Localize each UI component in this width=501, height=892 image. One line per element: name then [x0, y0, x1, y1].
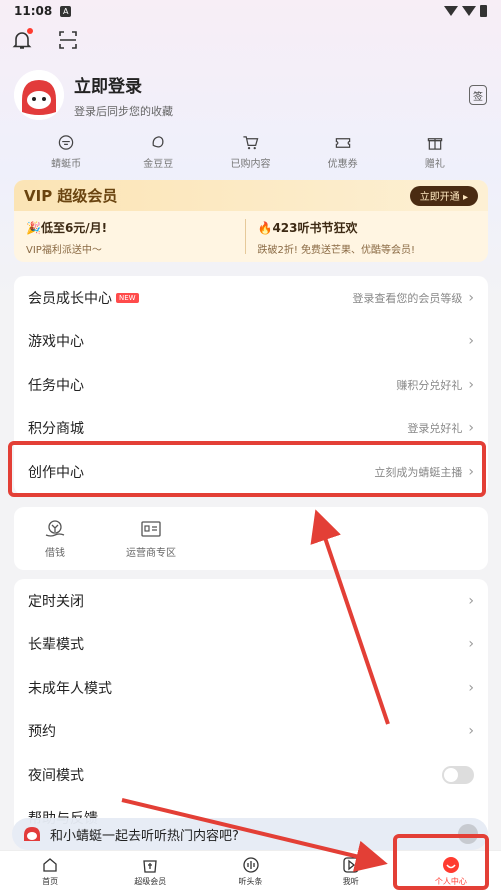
quick-gifts[interactable]: 赠礼 — [397, 134, 473, 170]
quick-label: 蜻蜓币 — [51, 159, 82, 170]
chevron-right-icon: › — [468, 289, 474, 306]
row-hint: 赚积分兑好礼 — [396, 378, 463, 392]
avatar[interactable] — [14, 70, 64, 120]
unread-dot — [27, 28, 33, 34]
vip-open-button[interactable]: 立即开通 ▸ — [409, 185, 478, 206]
chat-text: 和小蜻蜓一起去听听热门内容吧? — [50, 828, 239, 844]
tab-home[interactable]: 首页 — [0, 851, 100, 892]
scan-icon[interactable] — [56, 28, 80, 52]
ticket-icon — [335, 138, 350, 148]
row-label: 会员成长中心 — [28, 290, 112, 307]
row-label: 夜间模式 — [28, 767, 84, 784]
menu-item-reservation[interactable]: 预约 › — [14, 710, 488, 754]
status-time: 11:08 — [14, 4, 53, 18]
login-subtitle: 登录后同步您的收藏 — [74, 104, 173, 118]
vip-promo-title: 🔥423听书节狂欢 — [257, 221, 358, 235]
play-icon — [343, 857, 359, 873]
notification-icon: A — [60, 5, 72, 17]
tool-carrier[interactable]: 运营商专区 — [126, 518, 176, 559]
loan-icon — [45, 520, 65, 537]
carrier-icon — [141, 521, 161, 537]
battery-icon — [480, 5, 487, 17]
sign-in-button[interactable]: 签 — [469, 85, 487, 105]
mascot-icon — [24, 827, 40, 841]
login-title[interactable]: 立即登录 — [74, 72, 173, 97]
quick-label: 优惠券 — [327, 159, 358, 170]
row-label: 积分商城 — [28, 421, 84, 438]
vip-promo-sub: 跌破2折! 免费送芒果、优酷等会员! — [257, 245, 416, 256]
quick-coupons[interactable]: 优惠券 — [305, 134, 381, 170]
coin-icon — [58, 135, 74, 150]
tab-label: 我听 — [342, 877, 359, 886]
chevron-right-icon: › — [468, 592, 474, 609]
tool-loan[interactable]: 借钱 — [44, 518, 66, 559]
menu-item-growth[interactable]: 会员成长中心 NEW 登录查看您的会员等级 › — [14, 276, 488, 320]
menu-item-tasks[interactable]: 任务中心 赚积分兑好礼 › — [14, 363, 488, 407]
tab-label: 首页 — [42, 877, 59, 886]
row-label: 定时关闭 — [28, 593, 84, 610]
quick-label: 已购内容 — [230, 159, 271, 170]
row-label: 预约 — [28, 724, 56, 741]
menu-item-timer[interactable]: 定时关闭 › — [14, 579, 488, 623]
wifi-icon — [444, 6, 458, 16]
cart-icon — [243, 136, 259, 150]
menu-item-night-mode[interactable]: 夜间模式 — [14, 753, 488, 797]
menu-item-elder-mode[interactable]: 长辈模式 › — [14, 623, 488, 667]
bell-icon[interactable] — [10, 28, 34, 52]
menu-card-settings: 定时关闭 › 长辈模式 › 未成年人模式 › 预约 › 夜间模式 帮助与反馈 — [14, 579, 488, 839]
row-label: 长辈模式 — [28, 637, 84, 654]
row-hint: 登录兑好礼 — [407, 422, 463, 436]
bean-icon — [152, 136, 164, 148]
quick-purchased[interactable]: 已购内容 — [212, 134, 288, 170]
highlight-box-creator — [8, 441, 486, 497]
tab-label: 超级会员 — [134, 877, 167, 886]
vip-promo-title: 🎉低至6元/月! — [26, 221, 108, 235]
chevron-right-icon: › — [468, 376, 474, 393]
row-hint: 登录查看您的会员等级 — [352, 291, 463, 305]
tab-label: 听头条 — [238, 877, 263, 886]
chevron-right-icon: › — [468, 420, 474, 437]
quick-actions: 蜻蜓币 金豆豆 已购内容 优惠券 赠礼 — [0, 134, 501, 170]
tab-my-listening[interactable]: 我听 — [301, 851, 401, 892]
quick-beans[interactable]: 金豆豆 — [120, 134, 196, 170]
quick-coins[interactable]: 蜻蜓币 — [28, 134, 104, 170]
new-badge: NEW — [116, 292, 139, 303]
status-bar: 11:08 A — [0, 0, 501, 22]
row-label: 任务中心 — [28, 377, 84, 394]
status-indicators — [444, 5, 487, 17]
tab-headlines[interactable]: 听头条 — [200, 851, 300, 892]
home-icon — [43, 858, 57, 872]
chevron-right-icon: › — [468, 333, 474, 350]
gift-icon — [427, 138, 443, 150]
menu-item-minor-mode[interactable]: 未成年人模式 › — [14, 666, 488, 710]
vip-title: VIP 超级会员 — [24, 187, 118, 205]
vip-promo-left[interactable]: 🎉低至6元/月! VIP福利派送中～ — [26, 219, 245, 256]
menu-item-games[interactable]: 游戏中心 › — [14, 320, 488, 364]
tools-card: 借钱 运营商专区 — [14, 507, 488, 570]
chevron-right-icon: › — [468, 679, 474, 696]
headline-icon — [242, 857, 259, 873]
row-label: 游戏中心 — [28, 334, 84, 351]
profile-header[interactable]: 立即登录 登录后同步您的收藏 签 — [14, 70, 487, 120]
vip-card[interactable]: VIP 超级会员 立即开通 ▸ 🎉低至6元/月! VIP福利派送中～ 🔥423听… — [14, 180, 488, 262]
tool-label: 运营商专区 — [126, 548, 176, 559]
chevron-right-icon: › — [468, 636, 474, 653]
night-mode-toggle[interactable] — [442, 765, 474, 784]
tab-super-vip[interactable]: 超级会员 — [100, 851, 200, 892]
quick-label: 金豆豆 — [143, 159, 174, 170]
tool-label: 借钱 — [45, 548, 65, 559]
signal-icon — [462, 6, 476, 16]
vip-bag-icon — [143, 860, 158, 873]
highlight-box-profile-tab — [393, 834, 489, 890]
row-label: 未成年人模式 — [28, 680, 112, 697]
chevron-right-icon: › — [468, 723, 474, 740]
vip-promo-right[interactable]: 🔥423听书节狂欢 跌破2折! 免费送芒果、优酷等会员! — [244, 219, 477, 256]
vip-promo-sub: VIP福利派送中～ — [26, 245, 102, 256]
quick-label: 赠礼 — [424, 159, 445, 170]
top-icons — [10, 28, 80, 52]
